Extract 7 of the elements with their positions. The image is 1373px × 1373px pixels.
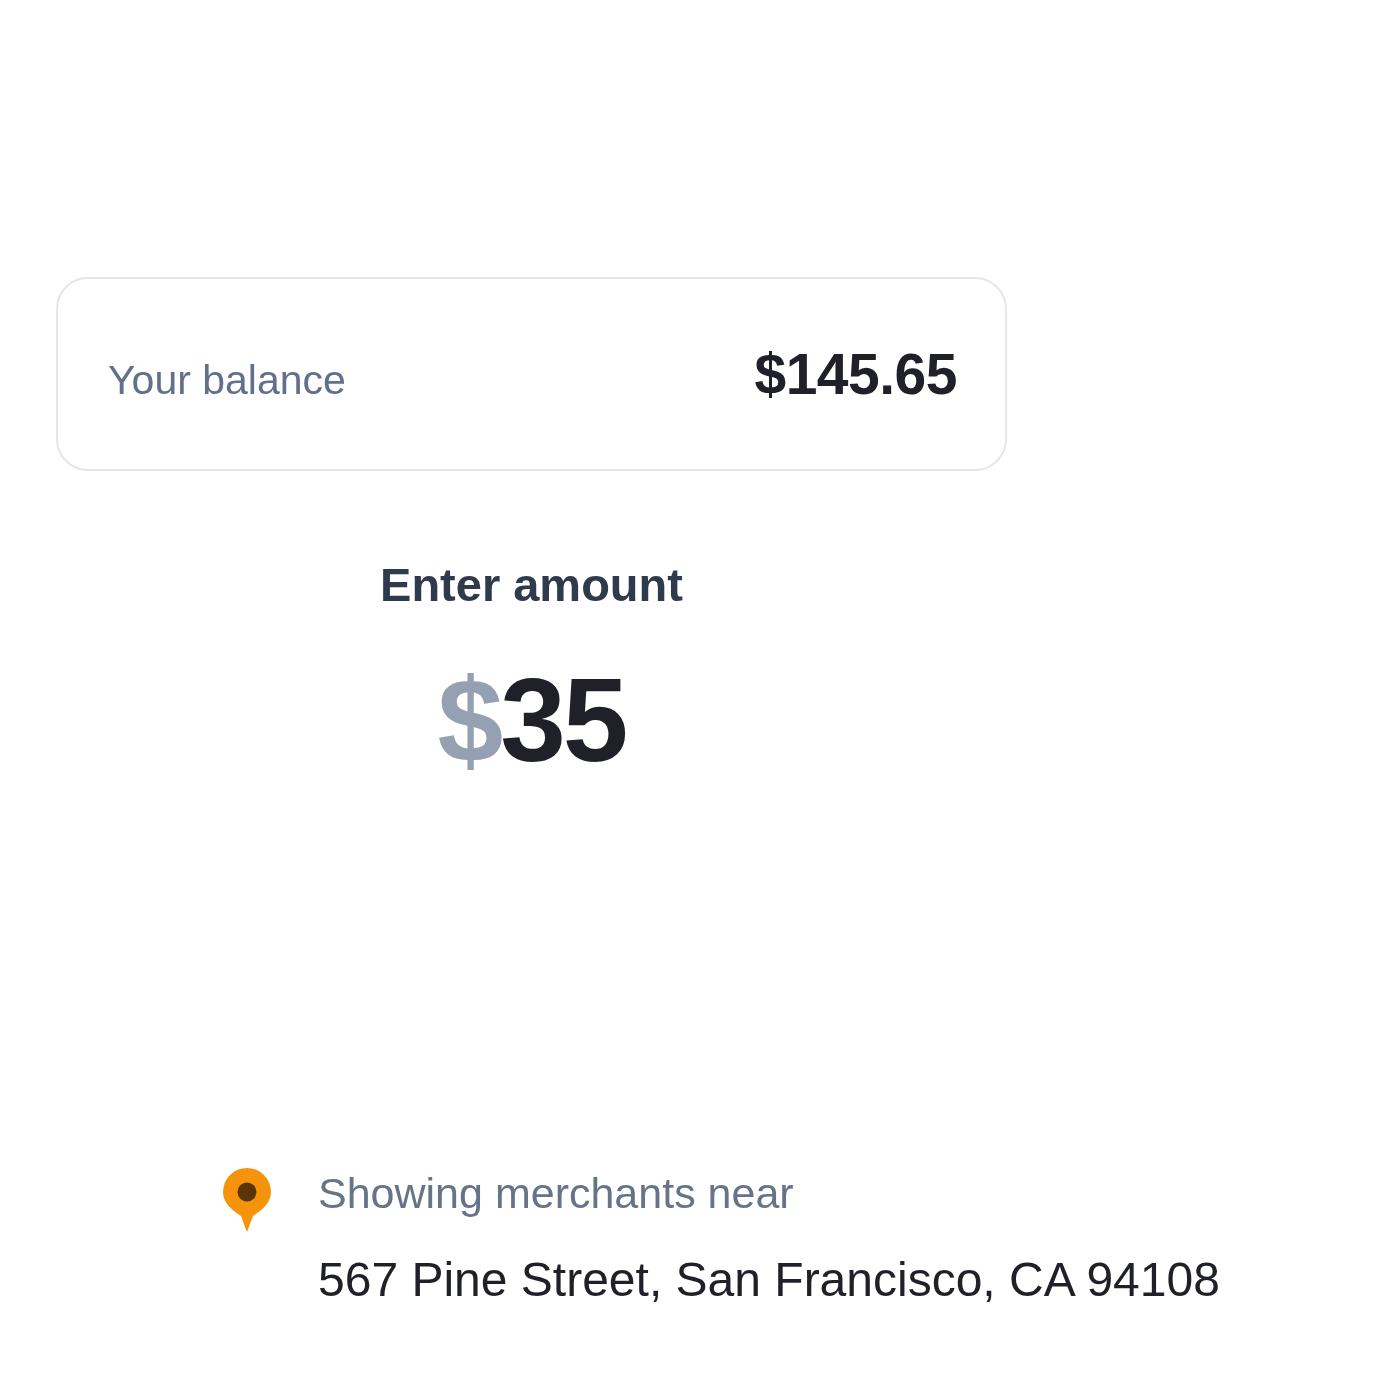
location-pin-icon: [222, 1167, 272, 1233]
balance-amount: $145.65: [754, 341, 957, 407]
amount-field[interactable]: $35: [437, 661, 626, 779]
location-address: 567 Pine Street, San Francisco, CA 94108: [318, 1252, 1220, 1308]
enter-amount-label: Enter amount: [380, 557, 683, 613]
balance-label: Your balance: [108, 356, 346, 404]
location-caption: Showing merchants near: [318, 1168, 795, 1219]
